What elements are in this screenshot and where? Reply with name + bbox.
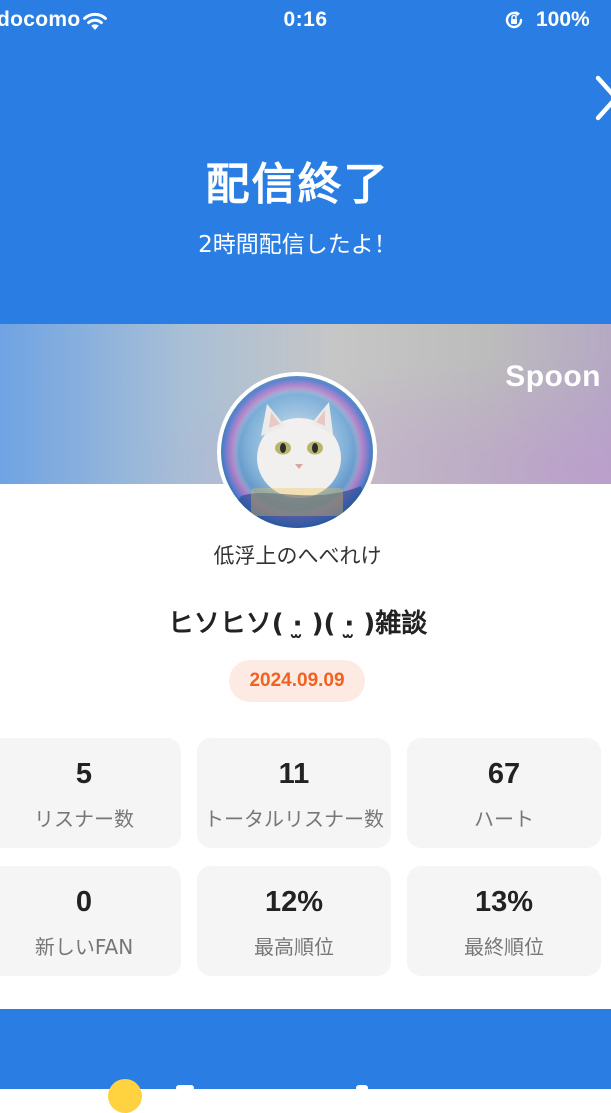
avatar [217, 372, 377, 532]
spoon-logo: Spoon [505, 360, 601, 393]
date-badge: 2024.09.09 [229, 660, 365, 702]
header-section: docomo 0:16 100% 配信終了 2時間配信したよ！ [0, 0, 611, 324]
stat-label: 最高順位 [254, 935, 334, 959]
page-subtitle: 2時間配信したよ！ [198, 232, 397, 258]
close-icon[interactable] [590, 72, 611, 124]
stat-card-listeners: 5 リスナー数 [0, 738, 181, 848]
rotation-lock-icon [505, 11, 523, 29]
stat-card-new-fans: 0 新しいFAN [0, 866, 181, 976]
divider [176, 1085, 194, 1091]
stat-value: 12% [264, 886, 324, 918]
divider [356, 1085, 368, 1091]
stat-value: 67 [487, 758, 521, 790]
stat-value: 5 [75, 758, 93, 790]
page-title: 配信終了 [205, 159, 390, 210]
host-name: 低浮上のへべれけ [213, 544, 382, 568]
stat-card-final-rank: 13% 最終順位 [407, 866, 601, 976]
stat-card-total-listeners: 11 トータルリスナー数 [197, 738, 391, 848]
stat-label: 新しいFAN [34, 935, 134, 959]
stat-value: 13% [474, 886, 534, 918]
status-bar: docomo 0:16 100% [0, 0, 611, 42]
stat-card-highest-rank: 12% 最高順位 [197, 866, 391, 976]
broadcast-title: ヒソヒソ( ·̫ )( ·̫ )雑談 [167, 609, 428, 639]
stat-label: トータルリスナー数 [204, 807, 384, 831]
bottom-section [0, 1009, 611, 1113]
stat-value: 0 [75, 886, 93, 918]
stat-card-hearts: 67 ハート [407, 738, 601, 848]
stat-label: リスナー数 [34, 807, 134, 831]
stat-value: 11 [278, 758, 310, 790]
battery-percentage: 100% [536, 8, 590, 31]
stat-label: ハート [474, 807, 534, 831]
avatar-image [221, 376, 373, 528]
emoji-icon [108, 1079, 142, 1113]
stat-label: 最終順位 [464, 935, 544, 959]
